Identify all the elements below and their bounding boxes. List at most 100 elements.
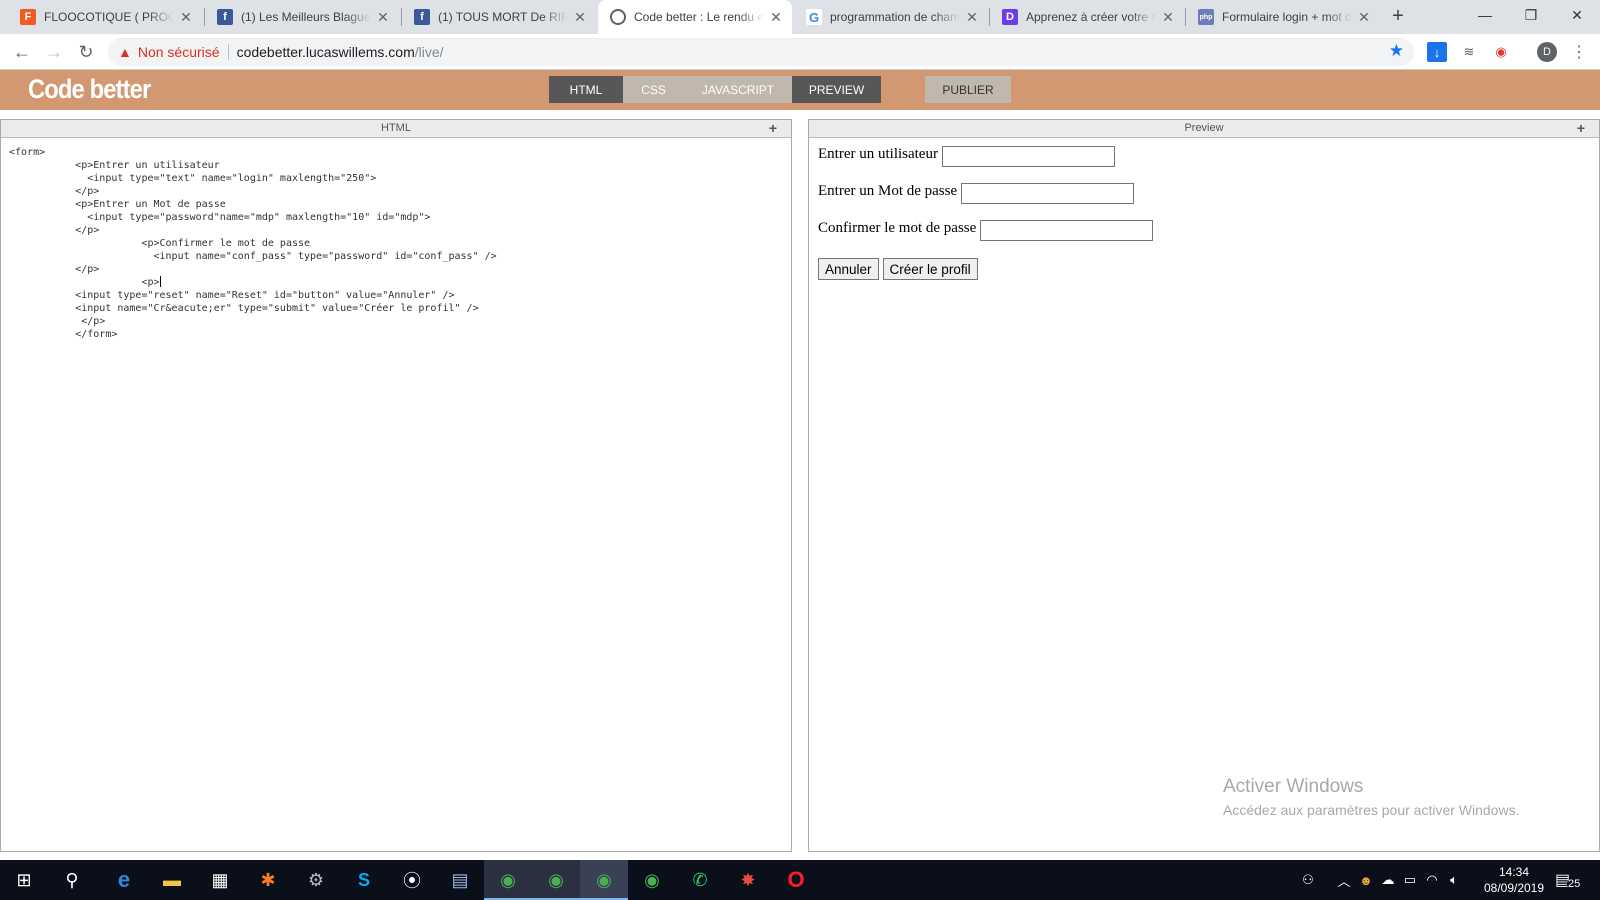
new-tab-button[interactable]: + — [1386, 5, 1410, 29]
preview-panel: Preview + Entrer un utilisateur Entrer u… — [808, 119, 1600, 852]
screen-recorder-icon[interactable]: ⦿ — [388, 860, 436, 900]
windows-start-icon[interactable]: ⊞ — [0, 860, 48, 900]
file-explorer-icon[interactable]: ▬ — [148, 860, 196, 900]
confirm-password-row: Confirmer le mot de passe — [818, 220, 1599, 257]
code-line: <input type="reset" name="Reset" id="but… — [9, 290, 455, 301]
menu-dots-icon[interactable]: ⋮ — [1569, 42, 1589, 62]
restore-window-icon[interactable]: ❐ — [1508, 0, 1554, 30]
password-input[interactable] — [961, 183, 1135, 204]
browser-tab-code-better[interactable]: Code better : Le rendu en direct ✕ — [598, 0, 792, 34]
system-clock[interactable]: 14:34 08/09/2019 — [1476, 864, 1552, 896]
expand-html-panel-icon[interactable]: + — [769, 120, 777, 137]
code-line: </p> — [9, 316, 106, 327]
browser-tab-meilleurs-blagues[interactable]: f (1) Les Meilleurs Blagues ✕ — [205, 0, 399, 34]
close-tab-icon[interactable]: ✕ — [178, 9, 194, 26]
app-icon[interactable]: ✸ — [724, 860, 772, 900]
activation-watermark: Activer Windows Accédez aux paramètres p… — [1223, 776, 1519, 818]
close-tab-icon[interactable]: ✕ — [768, 9, 784, 26]
creer-profil-button[interactable]: Créer le profil — [882, 258, 978, 280]
close-tab-icon[interactable]: ✕ — [1160, 9, 1176, 26]
url-path: /live/ — [414, 44, 444, 60]
tab-preview[interactable]: PREVIEW — [792, 76, 881, 103]
form-buttons: Annuler Créer le profil — [818, 258, 1599, 280]
chrome-app-icon[interactable]: ◉ — [628, 860, 676, 900]
code-line: <input type="text" name="login" maxlengt… — [9, 173, 377, 184]
tab-title: (1) TOUS MORT De RIRE — [438, 10, 568, 24]
search-icon[interactable]: ⚲ — [48, 860, 96, 900]
openclassrooms-favicon-icon: D — [1002, 9, 1018, 25]
user-row: Entrer un utilisateur — [818, 146, 1599, 183]
close-tab-icon[interactable]: ✕ — [1356, 9, 1372, 26]
annuler-button[interactable]: Annuler — [818, 258, 879, 280]
back-arrow-icon[interactable]: ← — [10, 40, 34, 64]
close-tab-icon[interactable]: ✕ — [964, 9, 980, 26]
battery-icon[interactable]: ▭ — [1400, 860, 1420, 900]
tab-javascript[interactable]: JAVASCRIPT — [684, 76, 792, 103]
wifi-icon[interactable]: ◠ — [1422, 860, 1442, 900]
tab-html[interactable]: HTML — [549, 76, 623, 103]
facebook-favicon-icon: f — [217, 9, 233, 25]
browser-toolbar: ← → ↻ ▲ Non sécurisé codebetter.lucaswil… — [0, 34, 1600, 70]
code-line: <p>Confirmer le mot de passe — [9, 238, 311, 249]
publish-button[interactable]: PUBLIER — [925, 76, 1011, 103]
close-tab-icon[interactable]: ✕ — [572, 9, 588, 26]
whatsapp-icon[interactable]: ✆ — [676, 860, 724, 900]
html-code-editor[interactable]: <form> <p>Entrer un utilisateur <input t… — [9, 146, 783, 843]
opera-icon[interactable]: O — [772, 860, 820, 900]
php-favicon-icon: php — [1198, 9, 1214, 25]
close-tab-icon[interactable]: ✕ — [375, 9, 391, 26]
code-line: </p> — [9, 225, 100, 236]
browser-tab-programmation-de-champ[interactable]: G programmation de champ ✕ — [794, 0, 988, 34]
code-line: </p> — [9, 186, 100, 197]
browser-tab-floocotique[interactable]: F FLOOCOTIQUE ( PROGRAMMATION ) ✕ — [8, 0, 202, 34]
settings-gear-icon[interactable]: ⚙ — [292, 860, 340, 900]
xampp-icon[interactable]: ✱ — [244, 860, 292, 900]
browser-tab-formulaire-login[interactable]: php Formulaire login + mot de passe ✕ — [1186, 0, 1380, 34]
people-icon[interactable]: ⚇ — [1296, 860, 1320, 900]
edge-browser-icon[interactable]: e — [100, 860, 148, 900]
tab-css[interactable]: CSS — [623, 76, 684, 103]
download-extension-icon[interactable]: ↓ — [1427, 42, 1447, 62]
floocotique-favicon-icon: F — [20, 9, 36, 25]
preview-panel-title: Preview — [1184, 122, 1224, 134]
forward-arrow-icon[interactable]: → — [42, 40, 66, 64]
codebetter-logo[interactable]: Code better — [28, 74, 151, 105]
store-icon[interactable]: ▦ — [196, 860, 244, 900]
tray-app-icon[interactable]: ☻ — [1356, 860, 1376, 900]
record-extension-icon[interactable]: ◉ — [1491, 42, 1511, 62]
tab-title: programmation de champ — [830, 10, 960, 24]
security-status[interactable]: Non sécurisé — [138, 44, 220, 60]
code-line: </p> — [9, 264, 100, 275]
reload-icon[interactable]: ↻ — [74, 40, 98, 64]
password-label: Entrer un Mot de passe — [818, 183, 958, 199]
preview-rendered-form: Entrer un utilisateur Entrer un Mot de p… — [818, 146, 1599, 851]
close-window-icon[interactable]: ✕ — [1554, 0, 1600, 30]
profile-avatar[interactable]: D — [1537, 42, 1557, 62]
chrome-window-icon[interactable]: ◉ — [532, 860, 580, 900]
preview-panel-header: Preview + — [809, 120, 1599, 138]
omnibox-separator — [227, 44, 229, 60]
browser-tab-apprenez-a-creer[interactable]: D Apprenez à créer votre site ✕ — [990, 0, 1184, 34]
notification-center-icon[interactable]: ▤ 25 — [1555, 868, 1582, 892]
code-line: <form> — [9, 147, 46, 158]
chrome-active-window-icon[interactable]: ◉ — [580, 860, 628, 900]
volume-icon[interactable]: 🔈︎ — [1444, 860, 1464, 900]
extension-icon[interactable]: ≋ — [1459, 42, 1479, 62]
network-app-icon[interactable]: ▤ — [436, 860, 484, 900]
login-input[interactable] — [941, 146, 1115, 167]
tray-expand-chevron-icon[interactable]: ︿ — [1334, 860, 1354, 900]
warning-triangle-icon: ▲ — [118, 44, 132, 60]
tab-title: (1) Les Meilleurs Blagues — [241, 10, 371, 24]
skype-icon[interactable]: S — [340, 860, 388, 900]
code-line: <input type="password"name="mdp" maxleng… — [9, 212, 431, 223]
cloud-offline-icon[interactable]: ☁ — [1378, 860, 1398, 900]
password-row: Entrer un Mot de passe — [818, 183, 1599, 220]
bookmark-star-icon[interactable]: ★ — [1389, 41, 1404, 61]
browser-tab-tous-mort-de-rire[interactable]: f (1) TOUS MORT De RIRE ✕ — [402, 0, 596, 34]
address-bar[interactable]: ▲ Non sécurisé codebetter.lucaswillems.c… — [108, 38, 1414, 66]
confirm-password-input[interactable] — [980, 220, 1154, 241]
chrome-window-icon[interactable]: ◉ — [484, 860, 532, 900]
expand-preview-panel-icon[interactable]: + — [1577, 120, 1585, 137]
minimize-window-icon[interactable]: — — [1462, 0, 1508, 30]
code-line: <p>Entrer un Mot de passe — [9, 199, 226, 210]
